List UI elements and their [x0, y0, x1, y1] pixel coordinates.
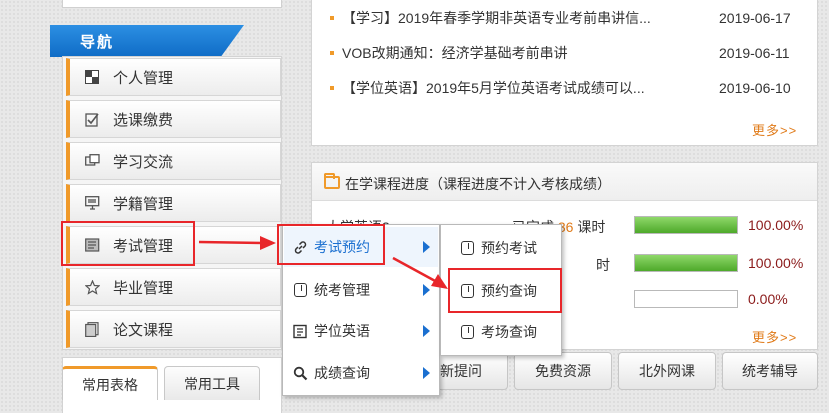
arrow-to-booking-query: [392, 256, 448, 289]
arrow-to-exam-booking: [198, 236, 276, 250]
annotation-arrows: [198, 236, 448, 289]
